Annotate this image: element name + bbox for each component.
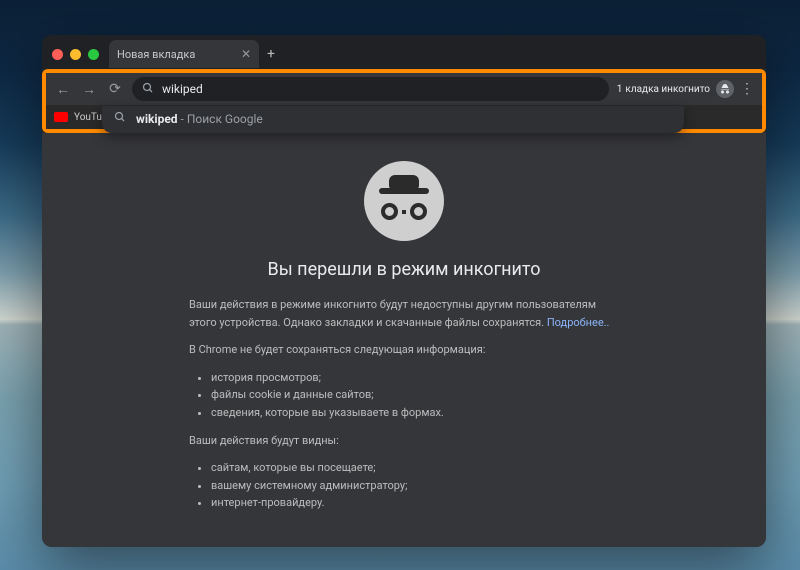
window-controls bbox=[52, 49, 99, 60]
suggestion-text: wikiped - Поиск Google bbox=[136, 112, 263, 126]
browser-window: Новая вкладка ✕ + ← → ⟳ wikiped 1 кладка… bbox=[42, 35, 766, 547]
fullscreen-window-button[interactable] bbox=[88, 49, 99, 60]
annotation-highlight: ← → ⟳ wikiped 1 кладка инкогнито ⋮ YouTu… bbox=[42, 69, 766, 133]
youtube-icon bbox=[54, 112, 68, 122]
back-button[interactable]: ← bbox=[54, 81, 72, 98]
minimize-window-button[interactable] bbox=[70, 49, 81, 60]
browser-tab[interactable]: Новая вкладка ✕ bbox=[109, 40, 259, 68]
indicator-label: кладка инкогнито bbox=[625, 84, 710, 95]
close-window-button[interactable] bbox=[52, 49, 63, 60]
list-item: история просмотров; bbox=[211, 369, 619, 387]
learn-more-link[interactable]: Подробнее.. bbox=[547, 316, 610, 329]
forward-button[interactable]: → bbox=[80, 81, 98, 98]
list-item: файлы cookie и данные сайтов; bbox=[211, 386, 619, 404]
list-item: интернет-провайдеру. bbox=[211, 494, 619, 512]
visible-list: сайтам, которые вы посещаете; вашему сис… bbox=[189, 459, 619, 512]
not-saved-header: В Chrome не будет сохраняться следующая … bbox=[189, 341, 619, 359]
search-icon bbox=[114, 111, 126, 126]
visible-header: Ваши действия будут видны: bbox=[189, 432, 619, 450]
omnibox-suggestions: wikiped - Поиск Google bbox=[102, 106, 684, 133]
new-tab-button[interactable]: + bbox=[259, 46, 283, 62]
toolbar: ← → ⟳ wikiped 1 кладка инкогнито ⋮ bbox=[46, 73, 762, 105]
list-item: вашему системному администратору; bbox=[211, 477, 619, 495]
incognito-illustration bbox=[364, 161, 444, 241]
address-bar-text: wikiped bbox=[162, 82, 203, 96]
page-body: Ваши действия в режиме инкогнито будут н… bbox=[189, 296, 619, 522]
address-bar[interactable]: wikiped bbox=[132, 77, 609, 101]
close-tab-button[interactable]: ✕ bbox=[241, 47, 251, 61]
search-icon bbox=[142, 82, 154, 97]
tab-title: Новая вкладка bbox=[117, 48, 233, 61]
page-heading: Вы перешли в режим инкогнито bbox=[268, 259, 541, 280]
not-saved-list: история просмотров; файлы cookie и данны… bbox=[189, 369, 619, 422]
list-item: сведения, которые вы указываете в формах… bbox=[211, 404, 619, 422]
incognito-icon bbox=[716, 80, 734, 98]
list-item: сайтам, которые вы посещаете; bbox=[211, 459, 619, 477]
indicator-count: 1 bbox=[617, 84, 623, 95]
incognito-indicator[interactable]: 1 кладка инкогнито ⋮ bbox=[617, 80, 754, 98]
suggestion-item[interactable]: wikiped - Поиск Google bbox=[102, 108, 684, 129]
menu-button[interactable]: ⋮ bbox=[740, 81, 754, 97]
tab-strip: Новая вкладка ✕ + bbox=[42, 35, 766, 69]
reload-button[interactable]: ⟳ bbox=[106, 81, 124, 97]
intro-paragraph: Ваши действия в режиме инкогнито будут н… bbox=[189, 296, 619, 331]
incognito-page: Вы перешли в режим инкогнито Ваши действ… bbox=[42, 133, 766, 547]
